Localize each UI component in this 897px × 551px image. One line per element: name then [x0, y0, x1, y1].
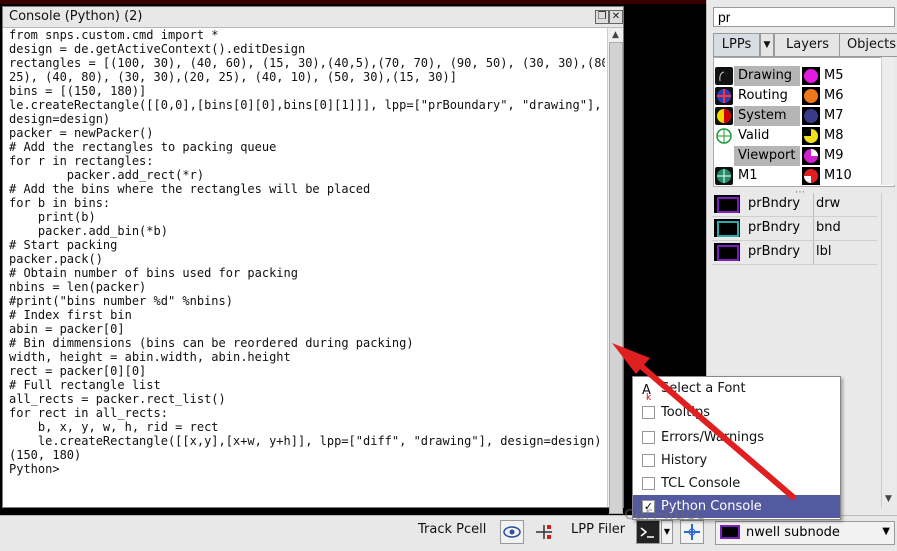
layer-label: Drawing	[734, 66, 800, 86]
tab-objects[interactable]: Objects	[839, 33, 897, 57]
nwell-swatch-icon	[720, 525, 740, 539]
restore-icon[interactable]: ❐	[595, 10, 609, 24]
viewport-layer-icon	[715, 147, 733, 165]
console-titlebar[interactable]: Console (Python) (2) ❐ ✕	[3, 7, 623, 28]
menu-item-select-font[interactable]: Ak Select a Font	[633, 377, 840, 403]
lpp-purpose: drw	[816, 196, 841, 211]
menu-item-tcl-console[interactable]: TCL Console	[633, 472, 840, 495]
table-row[interactable]: prBndry lbl	[712, 241, 877, 265]
layer-label: Valid	[738, 128, 770, 143]
layer-list[interactable]: Drawing Routing System Valid Viewport M1…	[713, 57, 895, 187]
routing-layer-icon	[715, 87, 733, 105]
m7-layer-icon	[802, 107, 820, 125]
layer-label: M9	[824, 148, 844, 163]
layer-label: M6	[824, 88, 844, 103]
m9-layer-icon	[802, 147, 820, 165]
close-icon[interactable]: ✕	[609, 10, 623, 24]
eye-icon[interactable]	[500, 520, 524, 544]
layer-label: M8	[824, 128, 844, 143]
lpp-table[interactable]: prBndry drw prBndry bnd prBndry lbl	[712, 193, 877, 265]
layer-label: Routing	[738, 88, 788, 103]
layer-label: M10	[824, 168, 852, 183]
lpp-swatch-icon	[714, 219, 740, 237]
table-row[interactable]: prBndry drw	[712, 193, 877, 217]
menu-item-label: History	[661, 453, 708, 468]
scroll-down-icon[interactable]: ▼	[882, 494, 895, 508]
layer-item-m1[interactable]: M1	[714, 166, 798, 186]
layer-item-valid[interactable]: Valid	[714, 126, 798, 146]
layer-label: System	[734, 106, 800, 126]
current-layer-select[interactable]: nwell subnode ▼	[715, 521, 895, 545]
chevron-down-icon[interactable]: ▼	[882, 526, 890, 537]
m5-layer-icon	[802, 67, 820, 85]
system-layer-icon	[715, 107, 733, 125]
lpp-swatch-icon	[714, 243, 740, 261]
bottom-toolbar: Track Pcell LPP Filer ▼ nwell subnode ▼	[0, 515, 897, 551]
table-row[interactable]: prBndry bnd	[712, 217, 877, 241]
layer-item-system[interactable]: System	[714, 106, 800, 126]
checkbox[interactable]	[642, 406, 655, 419]
lpp-swatch-icon	[714, 195, 740, 213]
valid-layer-icon	[715, 127, 733, 145]
lpp-purpose: bnd	[816, 220, 841, 235]
console-scroll-thumb[interactable]	[609, 42, 623, 514]
lpp-table-scrollbar[interactable]: ▼	[881, 193, 895, 508]
console-popup-menu[interactable]: Ak Select a Font Tooltips Errors/Warning…	[632, 376, 841, 520]
python-console-window[interactable]: Console (Python) (2) ❐ ✕ from snps.custo…	[2, 6, 624, 514]
layer-item-drawing[interactable]: Drawing	[714, 66, 800, 86]
lpp-filter-label[interactable]: LPP Filer	[571, 522, 625, 537]
current-layer-label: nwell subnode	[746, 525, 840, 540]
tab-lpps[interactable]: LPPs	[713, 33, 760, 57]
checkbox[interactable]	[642, 477, 655, 490]
tab-layers[interactable]: Layers	[774, 33, 841, 57]
lpp-name: prBndry	[748, 244, 801, 259]
console-output[interactable]: from snps.custom.cmd import * design = d…	[9, 28, 605, 507]
m10-layer-icon	[802, 167, 820, 185]
layer-label: M7	[824, 108, 844, 123]
menu-item-label: Select a Font	[661, 381, 746, 396]
drawing-layer-icon	[715, 67, 733, 85]
layer-label: M5	[824, 68, 844, 83]
lpp-name: prBndry	[748, 220, 801, 235]
watermark: carl-liucc	[624, 503, 706, 524]
m6-layer-icon	[802, 87, 820, 105]
lpp-purpose: lbl	[816, 244, 832, 259]
checkbox[interactable]	[642, 454, 655, 467]
font-icon: Ak	[642, 383, 652, 403]
menu-item-label: Errors/Warnings	[661, 430, 765, 445]
layer-item-viewport[interactable]: Viewport	[714, 146, 800, 166]
track-pcell-label[interactable]: Track Pcell	[418, 522, 486, 537]
menu-item-label: TCL Console	[661, 476, 741, 491]
layer-item-routing[interactable]: Routing	[714, 86, 798, 106]
m8-layer-icon	[802, 127, 820, 145]
tab-dropdown-icon[interactable]: ▼	[760, 33, 774, 57]
menu-item-tooltips[interactable]: Tooltips	[633, 401, 840, 424]
layer-label: Viewport	[734, 146, 800, 166]
console-title: Console (Python) (2)	[9, 9, 143, 24]
layer-list-scrollbar[interactable]	[881, 57, 895, 185]
console-scrollbar[interactable]: ▲	[607, 28, 623, 514]
lpp-search-input[interactable]	[713, 7, 895, 27]
checkbox[interactable]	[642, 431, 655, 444]
layer-label: M1	[738, 168, 758, 183]
menu-item-label: Tooltips	[661, 405, 710, 420]
lpp-name: prBndry	[748, 196, 801, 211]
scroll-up-icon[interactable]: ▲	[608, 28, 623, 42]
canvas-edge	[0, 0, 706, 4]
m1-layer-icon	[715, 167, 733, 185]
menu-item-history[interactable]: History	[633, 449, 840, 472]
pin-connect-icon[interactable]	[532, 520, 556, 544]
menu-item-errors-warnings[interactable]: Errors/Warnings	[633, 426, 840, 449]
